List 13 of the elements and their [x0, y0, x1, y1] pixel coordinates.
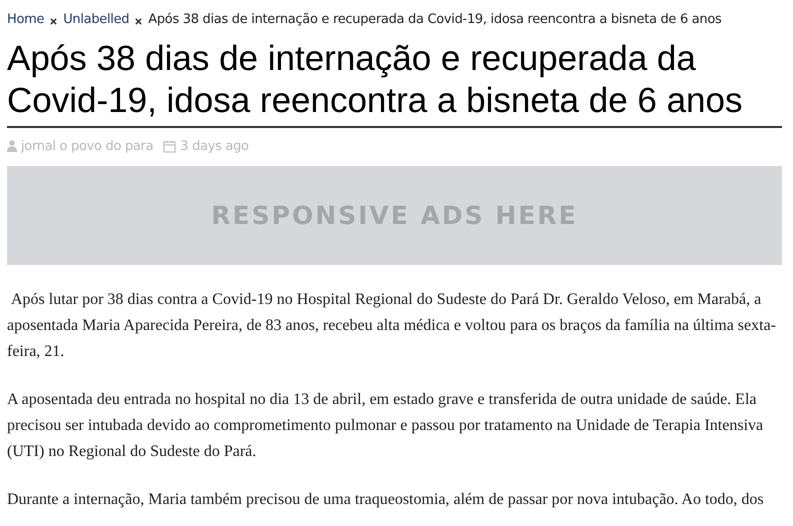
- cross-separator-icon: [50, 18, 58, 25]
- author-name: jornal o povo do para: [21, 138, 154, 156]
- user-icon: [7, 140, 17, 152]
- article-paragraph: A aposentada deu entrada no hospital no dia 13 de abril, em estado grave e transferida de outra unidade de saúde. Ela precisou ser intubada devido ao comprometimento pulmonar e passou por tratamento na Unidade de Terapia Intensiva (UTI) no Regional do Sudeste do Pará.: [7, 390, 764, 462]
- article-title: Após 38 dias de internação e recuperada da Covid-19, idosa reencontra a bisneta de 6 anos: [7, 38, 782, 128]
- article-paragraph: Durante a internação, Maria também precisou de uma traqueostomia, além de passar por nova intubação. Ao todo, dos: [7, 490, 765, 510]
- breadcrumb-link[interactable]: Home: [7, 10, 44, 30]
- cross-separator-icon: [135, 18, 142, 25]
- breadcrumb-current: Após 38 dias de internação e recuperada da Covid-19, idosa reencontra a bisneta de 6 anos: [148, 11, 722, 29]
- article-paragraph: Após lutar por 38 dias contra a Covid-19 no Hospital Regional do Sudeste do Pará Dr. Geraldo Veloso, em Marabá, a aposentada Maria Aparecida Pereira, de 83 anos, recebeu alta médica e voltou para os braços da família na última sexta-feira, 21.: [7, 290, 777, 362]
- breadcrumb-link[interactable]: Unlabelled: [63, 10, 130, 30]
- calendar-icon: [163, 140, 176, 153]
- post-date: 3 days ago: [180, 138, 249, 156]
